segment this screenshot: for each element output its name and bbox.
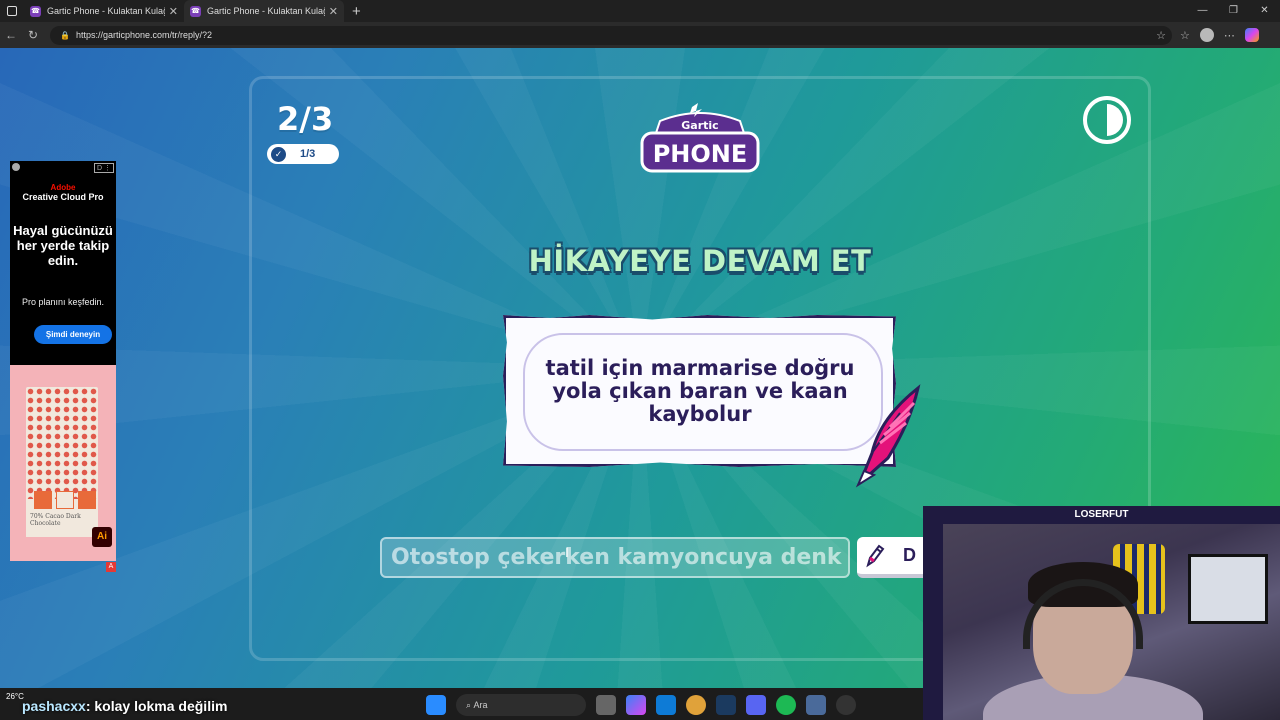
close-tab-icon[interactable]: ✕ xyxy=(169,5,178,18)
steam-icon[interactable] xyxy=(716,695,736,715)
done-players-pill: ✓ 1/3 xyxy=(267,144,339,164)
ad-swatch xyxy=(78,491,96,509)
restore-icon[interactable]: ❐ xyxy=(1218,0,1249,22)
ad-subtext: Pro planını keşfedin. xyxy=(21,297,105,307)
ad-swatch xyxy=(56,491,74,509)
tab-actions-icon[interactable] xyxy=(0,0,24,22)
lock-icon: 🔒 xyxy=(60,30,70,40)
more-menu-icon[interactable]: ⋯ xyxy=(1224,29,1235,42)
logo-bottom-text: PHONE xyxy=(653,140,748,168)
minimize-icon[interactable]: — xyxy=(1187,0,1218,22)
done-button-label: D xyxy=(903,545,916,565)
timer-icon xyxy=(1083,96,1131,144)
streamer-name: LOSERFUT xyxy=(1074,509,1129,520)
task-view-icon[interactable] xyxy=(596,695,616,715)
text-cursor-icon: I xyxy=(565,544,569,560)
app-icon[interactable] xyxy=(806,695,826,715)
close-tab-icon[interactable]: ✕ xyxy=(329,5,338,18)
monitor-decor xyxy=(1188,554,1268,624)
refresh-icon[interactable]: ↻ xyxy=(22,28,44,42)
chrome-icon[interactable] xyxy=(686,695,706,715)
url-field[interactable]: 🔒 https://garticphone.com/tr/reply/?2 ☆ xyxy=(50,25,1172,45)
logo-top-text: Gartic xyxy=(681,119,718,132)
webcam-overlay: LOSERFUT xyxy=(923,506,1280,720)
favorite-star-icon[interactable]: ☆ xyxy=(1156,29,1166,42)
page-title: HİKAYEYE DEVAM ET xyxy=(528,244,872,278)
taskbar-search[interactable]: ⌕ Ara xyxy=(456,694,586,716)
ad-choices-icon[interactable]: D ⋮ xyxy=(94,163,114,173)
window-controls: — ❐ ✕ xyxy=(1187,0,1280,22)
discord-icon[interactable] xyxy=(746,695,766,715)
chat-overlay: pashacxx: kolay lokma değilim xyxy=(22,698,227,714)
gartic-favicon-icon: ☎ xyxy=(190,5,201,17)
tab-title: Gartic Phone - Kulaktan Kulağa xyxy=(207,6,325,16)
copilot-icon[interactable] xyxy=(1244,28,1259,42)
ad-swatch xyxy=(34,491,52,509)
ad-info-icon[interactable] xyxy=(12,163,20,171)
quill-icon xyxy=(855,384,921,488)
start-icon[interactable] xyxy=(426,695,446,715)
profile-avatar[interactable] xyxy=(1199,28,1214,42)
edge-icon[interactable] xyxy=(656,695,676,715)
tab-1[interactable]: ☎ Gartic Phone - Kulaktan Kulağa ✕ xyxy=(24,0,184,22)
ad-brand: Adobe Creative Cloud Pro xyxy=(22,183,104,202)
gartic-favicon-icon: ☎ xyxy=(30,5,41,17)
ad-cta-button[interactable]: Şimdi deneyin xyxy=(34,325,112,344)
illustrator-icon: Ai xyxy=(92,527,112,547)
round-counter: 2/3 xyxy=(277,100,334,138)
chat-username: pashacxx xyxy=(22,698,86,714)
browser-tabbar: ☎ Gartic Phone - Kulaktan Kulağa ✕ ☎ Gar… xyxy=(0,0,1280,22)
tab-2[interactable]: ☎ Gartic Phone - Kulaktan Kulağa ✕ xyxy=(184,0,344,22)
tab-title: Gartic Phone - Kulaktan Kulağa xyxy=(47,6,165,16)
address-bar-row: ← ↻ 🔒 https://garticphone.com/tr/reply/?… xyxy=(0,22,1280,48)
copilot-taskbar-icon[interactable] xyxy=(626,695,646,715)
done-count: 1/3 xyxy=(300,148,316,160)
gartic-phone-logo: Gartic PHONE xyxy=(640,103,760,173)
chat-message: : kolay lokma değilim xyxy=(85,698,228,714)
windows-taskbar: 26°C pashacxx: kolay lokma değilim ⌕ Ara xyxy=(0,688,923,720)
url-text: https://garticphone.com/tr/reply/?2 xyxy=(75,30,213,40)
ad-headline: Hayal gücünüzü her yerde takip edin. xyxy=(13,223,113,268)
webcam-video xyxy=(943,524,1280,720)
spotify-icon[interactable] xyxy=(776,695,796,715)
ad-banner[interactable]: D ⋮ Adobe Creative Cloud Pro Hayal gücün… xyxy=(10,161,116,561)
close-window-icon[interactable]: ✕ xyxy=(1249,0,1280,22)
answer-input[interactable]: Otostop çekerken kamyoncuya denk gelirle xyxy=(380,537,850,578)
new-tab-icon[interactable]: + xyxy=(352,3,361,20)
back-icon[interactable]: ← xyxy=(0,28,22,42)
search-icon: ⌕ xyxy=(466,699,474,710)
favorites-icon[interactable]: ☆ xyxy=(1180,29,1190,42)
obs-icon[interactable] xyxy=(836,695,856,715)
story-prompt: tatil için marmarise doğru yola çıkan ba… xyxy=(545,356,855,426)
adobe-icon: A xyxy=(106,562,116,572)
pencil-icon xyxy=(866,544,885,567)
check-icon: ✓ xyxy=(271,146,286,162)
